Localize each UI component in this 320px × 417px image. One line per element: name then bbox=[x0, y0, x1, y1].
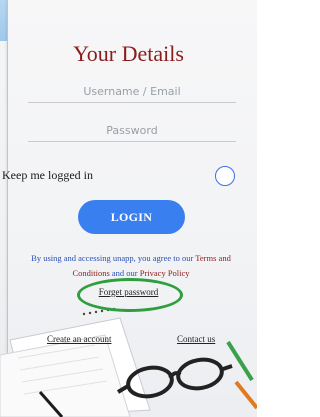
desk-decoration bbox=[0, 307, 257, 417]
privacy-link[interactable]: Privacy Policy bbox=[140, 268, 190, 278]
login-screen: Your Details Keep me logged in LOGIN By … bbox=[0, 0, 257, 417]
password-input[interactable] bbox=[28, 119, 236, 142]
terms-prefix: By using and accessing unapp, you agree … bbox=[31, 253, 196, 263]
pencil-green-icon bbox=[226, 340, 254, 382]
notebook-icon bbox=[0, 307, 151, 417]
contact-us-link[interactable]: Contact us bbox=[177, 334, 215, 344]
username-input[interactable] bbox=[28, 80, 236, 103]
terms-text: By using and accessing unapp, you agree … bbox=[20, 251, 242, 281]
keep-logged-in-label: Keep me logged in bbox=[2, 168, 93, 182]
page-title: Your Details bbox=[73, 41, 184, 66]
forgot-password-link[interactable]: Forget password bbox=[0, 287, 257, 297]
pencil-orange-icon bbox=[234, 380, 257, 410]
login-button[interactable]: LOGIN bbox=[78, 200, 185, 234]
create-account-link[interactable]: Create an account bbox=[47, 334, 111, 344]
terms-middle: and our bbox=[109, 268, 140, 278]
keep-logged-in-toggle[interactable] bbox=[215, 166, 235, 186]
